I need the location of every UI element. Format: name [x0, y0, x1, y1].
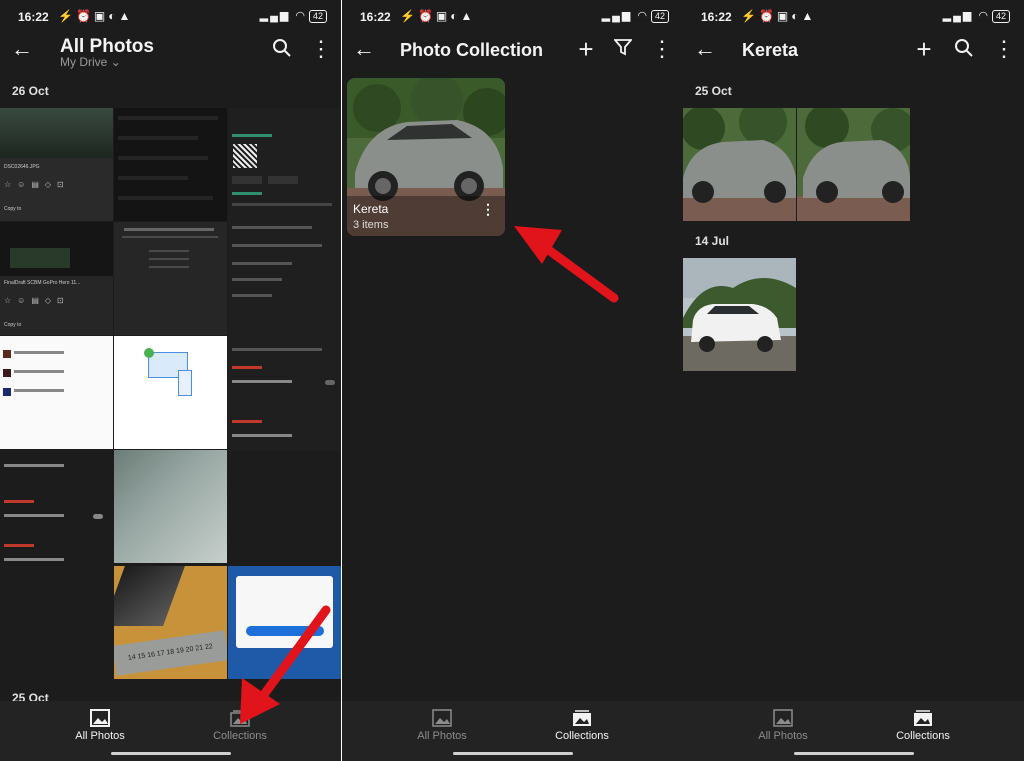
tab-all-photos-label: All Photos — [758, 730, 808, 742]
collections-icon — [573, 710, 591, 726]
status-time: 16:22 — [18, 10, 49, 24]
screen-photo-collection: 16:22 ⚡⏰▣◐▲ ▂▄▆ ◠ 42 ← Photo Collection +… — [342, 0, 683, 761]
photo-thumbnail[interactable] — [683, 108, 796, 221]
back-arrow-icon[interactable]: ← — [10, 38, 34, 62]
photo-thumbnail[interactable] — [114, 336, 227, 449]
collection-name: Kereta — [353, 202, 389, 216]
date-header: 14 Jul — [695, 234, 730, 248]
tab-all-photos-label: All Photos — [417, 730, 467, 742]
add-icon[interactable]: + — [574, 36, 598, 62]
tab-all-photos[interactable]: All Photos — [40, 709, 160, 742]
chevron-down-icon: ⌄ — [110, 55, 121, 69]
tab-all-photos[interactable]: All Photos — [382, 709, 502, 742]
battery-icon: 42 — [991, 10, 1010, 23]
status-icons: ⚡⏰▣◐▲ — [400, 9, 476, 23]
collection-more-icon[interactable]: ⋮ — [481, 201, 495, 218]
photo-thumbnail[interactable] — [228, 108, 341, 338]
photo-thumbnail[interactable] — [797, 108, 910, 221]
app-bar: ← Kereta + ⋮ — [683, 28, 1024, 72]
collections-icon — [230, 710, 250, 727]
page-title: Kereta — [742, 40, 799, 60]
tab-collections[interactable]: Collections — [522, 709, 642, 742]
tab-collections-label: Collections — [555, 730, 609, 742]
status-bar: 16:22 ⚡⏰▣◐▲ ▂▄▆ ◠ 42 — [342, 6, 683, 26]
home-indicator — [793, 752, 914, 755]
status-icons: ⚡⏰▣◐▲ — [58, 9, 134, 23]
photo-thumbnail[interactable] — [114, 222, 227, 335]
bottom-navigation: All Photos Collections — [342, 701, 683, 761]
search-icon[interactable] — [952, 38, 976, 62]
more-options-icon[interactable]: ⋮ — [650, 38, 674, 62]
photo-thumbnail[interactable] — [0, 336, 113, 449]
collection-count: 3 items — [353, 219, 389, 231]
photos-icon — [432, 709, 452, 727]
status-right-icons: ▂▄▆ ◠ 42 — [602, 9, 669, 23]
tab-collections-label: Collections — [213, 730, 267, 742]
tab-collections[interactable]: Collections — [180, 709, 300, 742]
back-arrow-icon[interactable]: ← — [352, 38, 376, 62]
more-options-icon[interactable]: ⋮ — [992, 38, 1016, 62]
search-icon[interactable] — [270, 38, 294, 62]
app-bar: ← All Photos My Drive ⌄ ⋮ — [0, 28, 341, 72]
drive-label: My Drive — [60, 55, 108, 69]
tab-collections[interactable]: Collections — [863, 709, 983, 742]
drive-selector[interactable]: My Drive ⌄ — [60, 55, 121, 69]
photo-thumbnail[interactable] — [228, 566, 341, 679]
tab-all-photos-label: All Photos — [75, 730, 125, 742]
date-header: 25 Oct — [695, 84, 732, 98]
collection-card[interactable]: Kereta 3 items ⋮ — [347, 78, 505, 236]
photos-icon — [90, 709, 110, 727]
page-title: Photo Collection — [400, 40, 543, 60]
status-bar: 16:22 ⚡⏰▣◐▲ ▂▄▆ ◠ 42 — [683, 6, 1024, 26]
home-indicator — [452, 752, 573, 755]
photo-thumbnail[interactable] — [114, 108, 227, 221]
photo-thumbnail[interactable] — [228, 338, 341, 451]
photos-icon — [773, 709, 793, 727]
battery-icon: 42 — [650, 10, 669, 23]
add-icon[interactable]: + — [912, 36, 936, 62]
photo-thumbnail[interactable] — [114, 450, 227, 563]
photo-thumbnail[interactable]: 14 15 16 17 18 19 20 21 22 — [114, 566, 227, 679]
status-right-icons: ▂▄▆ ◠ 42 — [943, 9, 1010, 23]
home-indicator — [110, 752, 231, 755]
filter-icon[interactable] — [611, 38, 635, 62]
photo-grid: DSC02646.JPG ☆☺▤◇⊡ Copy to FinalDraft SC… — [0, 108, 341, 680]
tab-all-photos[interactable]: All Photos — [723, 709, 843, 742]
back-arrow-icon[interactable]: ← — [693, 38, 717, 62]
status-right-icons: ▂▄▆ ◠ 42 — [260, 9, 327, 23]
app-bar: ← Photo Collection + ⋮ — [342, 28, 683, 72]
photo-thumbnail[interactable]: DSC02646.JPG ☆☺▤◇⊡ Copy to — [0, 108, 113, 221]
status-time: 16:22 — [701, 10, 732, 24]
collections-icon — [914, 710, 932, 726]
screen-collection-detail: 16:22 ⚡⏰▣◐▲ ▂▄▆ ◠ 42 ← Kereta + ⋮ 25 Oct … — [683, 0, 1024, 761]
status-bar: 16:22 ⚡⏰▣◐▲ ▂▄▆ ◠ 42 — [0, 6, 341, 26]
annotation-arrow — [514, 226, 619, 303]
tab-collections-label: Collections — [896, 730, 950, 742]
photo-thumbnail[interactable]: FinalDraft SCBM GoPro Hero 11... ☆☺▤◇⊡ C… — [0, 222, 113, 335]
status-icons: ⚡⏰▣◐▲ — [741, 9, 817, 23]
photo-thumbnail[interactable] — [683, 258, 796, 371]
status-time: 16:22 — [360, 10, 391, 24]
bottom-navigation: All Photos Collections — [0, 701, 341, 761]
date-header: 26 Oct — [12, 84, 49, 98]
battery-icon: 42 — [308, 10, 327, 23]
bottom-navigation: All Photos Collections — [683, 701, 1024, 761]
screen-all-photos: 16:22 ⚡⏰▣◐▲ ▂▄▆ ◠ 42 ← All Photos My Driv… — [0, 0, 341, 761]
photo-thumbnail[interactable] — [0, 450, 113, 563]
more-options-icon[interactable]: ⋮ — [309, 38, 333, 62]
